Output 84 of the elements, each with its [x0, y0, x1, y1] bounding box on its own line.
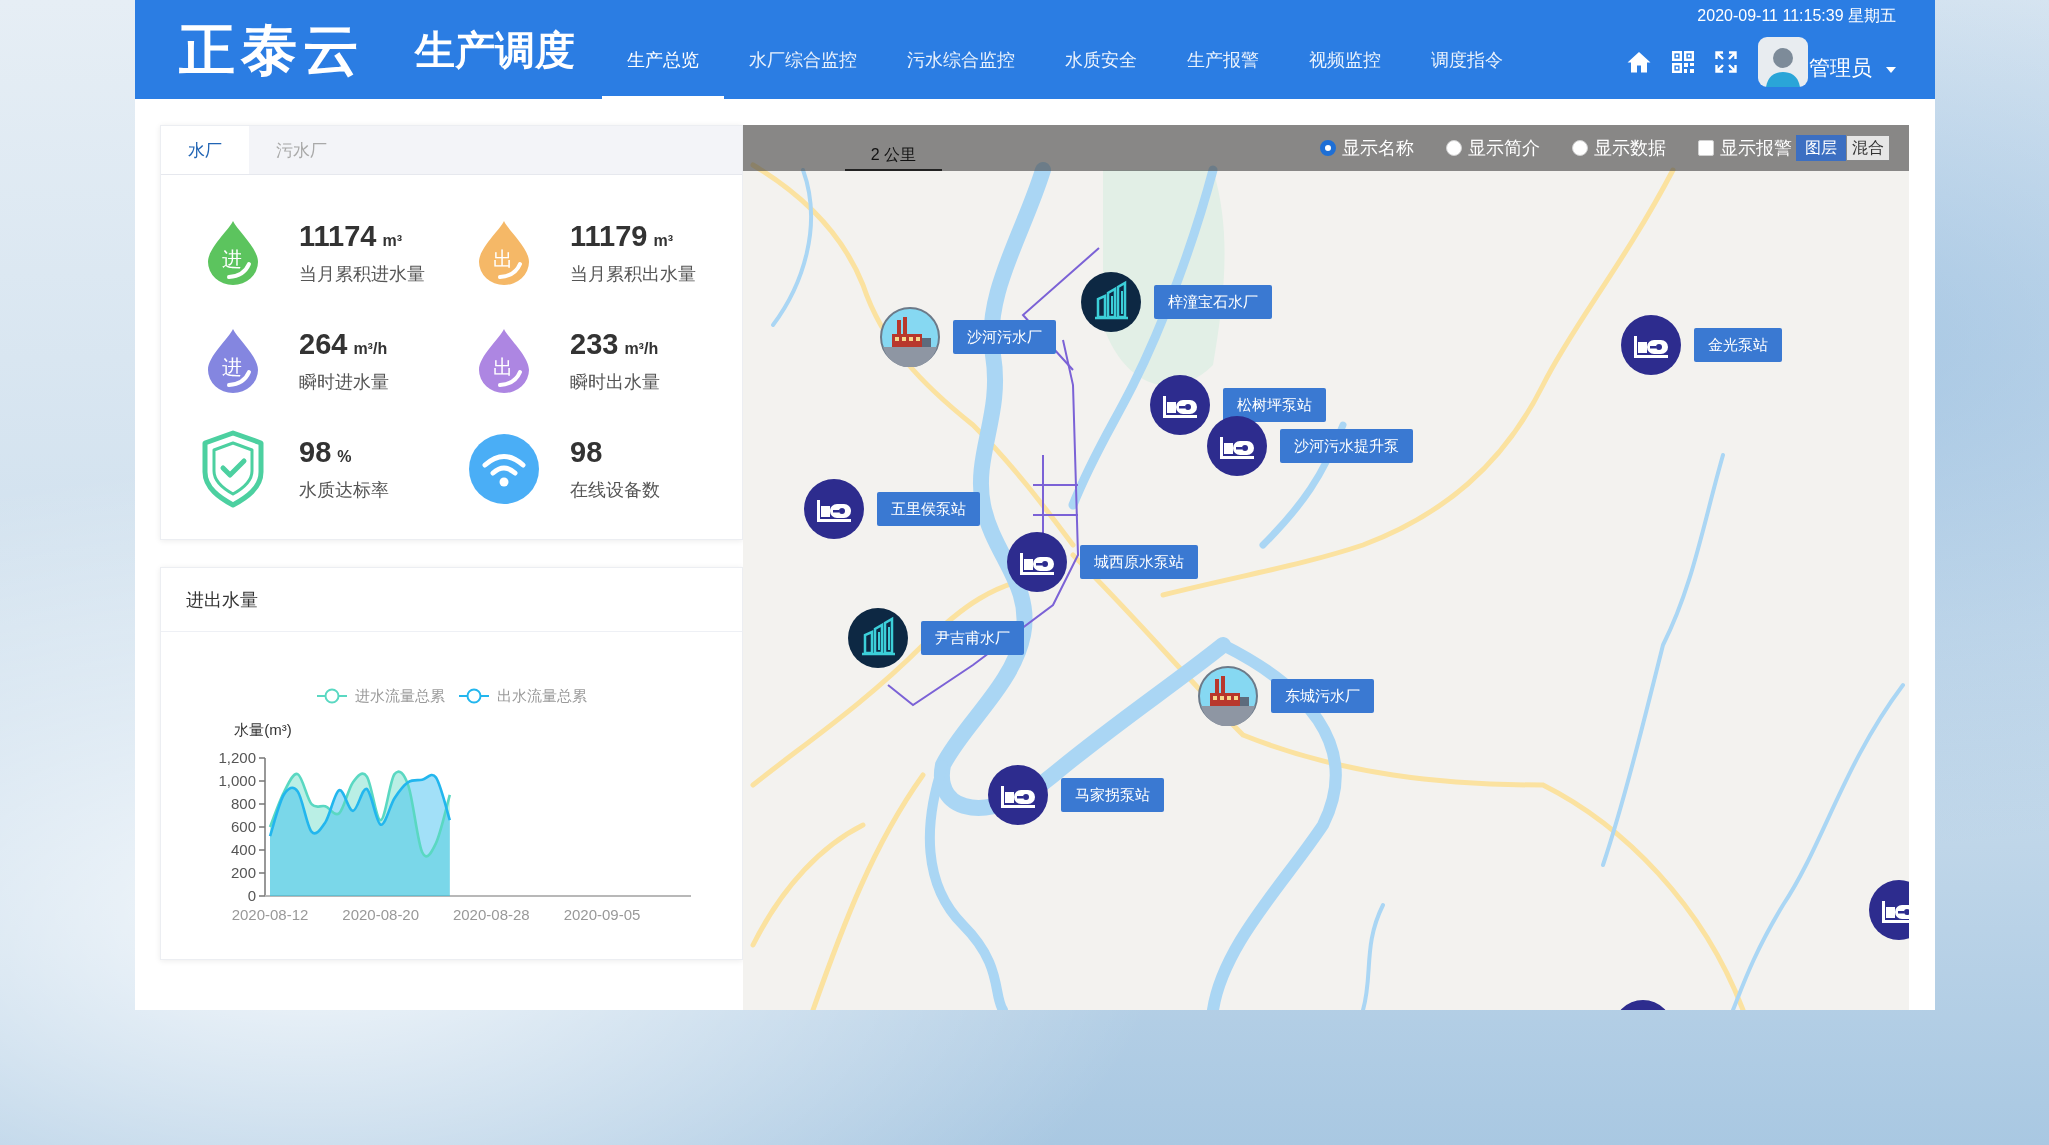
axis-tick-label: 2020-08-12: [231, 906, 309, 923]
building-icon[interactable]: [848, 608, 908, 668]
nav-tab[interactable]: 污水综合监控: [882, 0, 1040, 99]
option-label[interactable]: 显示名称: [1342, 136, 1414, 160]
pump-icon[interactable]: [1869, 880, 1909, 940]
axis-tick-label: 600: [230, 818, 256, 835]
layer-button[interactable]: 图层: [1796, 135, 1846, 161]
water-drop-badge: 进: [207, 328, 259, 394]
nav-tab[interactable]: 水质安全: [1040, 0, 1162, 99]
water-drop-badge: 进: [207, 220, 259, 286]
axis-title: 水量(m³): [234, 721, 292, 738]
pump-icon[interactable]: [1207, 416, 1267, 476]
marker-label[interactable]: 尹吉甫水厂: [921, 621, 1024, 655]
scale-bar: 2 公里: [845, 125, 942, 171]
axis-tick-label: 1,200: [218, 749, 256, 766]
nav-tab[interactable]: 调度指令: [1406, 0, 1528, 99]
pump-icon[interactable]: [804, 479, 864, 539]
legend-label[interactable]: 进水流量总累: [354, 686, 445, 706]
nav-tab[interactable]: 水厂综合监控: [724, 0, 882, 99]
stat-label: 当月累积进水量: [299, 263, 425, 286]
caret-icon[interactable]: [1886, 67, 1896, 73]
stat-unit: m³: [382, 232, 402, 250]
stat-label: 瞬时出水量: [570, 371, 660, 394]
axis-tick-label: 800: [230, 795, 256, 812]
user-name[interactable]: 管理员: [1809, 42, 1872, 82]
stat-value: 233: [570, 327, 619, 361]
stat-label: 瞬时进水量: [299, 371, 389, 394]
legend-label[interactable]: 出水流量总累: [496, 686, 587, 706]
axis-tick-label: 0: [247, 887, 256, 904]
legend-marker-icon[interactable]: [316, 688, 347, 704]
marker-label[interactable]: 马家拐泵站: [1061, 778, 1164, 812]
building-icon[interactable]: [1081, 272, 1141, 332]
axis-tick-label: 400: [230, 841, 256, 858]
avatar-icon[interactable]: [1758, 37, 1808, 87]
logo: 正泰云: [179, 21, 365, 78]
pump-icon[interactable]: [1621, 315, 1681, 375]
layer-button[interactable]: 混合: [1846, 135, 1890, 161]
stat-unit: m³: [653, 232, 673, 250]
marker-label[interactable]: 五里侯泵站: [877, 492, 980, 526]
axis-tick-label: 2020-08-28: [452, 906, 530, 923]
card-title: 进出水量: [186, 588, 258, 612]
fullscreen-icon[interactable]: [1715, 51, 1737, 73]
stat-value: 98: [299, 435, 332, 469]
legend-marker-icon[interactable]: [458, 688, 489, 704]
date-time: 2020-09-11 11:15:39 星期五: [1697, 6, 1896, 26]
stat-unit: %: [337, 448, 352, 466]
axis-tick-label: 1,000: [218, 772, 256, 789]
home-icon[interactable]: [1627, 51, 1651, 73]
qr-code-icon[interactable]: [1672, 51, 1694, 73]
stat-label: 当月累积出水量: [570, 263, 696, 286]
option-label[interactable]: 显示简介: [1468, 136, 1540, 160]
marker-label[interactable]: 城西原水泵站: [1080, 545, 1198, 579]
plant-tab[interactable]: 污水厂: [249, 126, 354, 174]
water-drop-badge: 出: [478, 220, 530, 286]
marker-label[interactable]: 金光泵站: [1694, 328, 1782, 362]
pump-icon[interactable]: [1007, 532, 1067, 592]
marker-label[interactable]: 松树坪泵站: [1223, 388, 1326, 422]
factory-icon[interactable]: [1198, 666, 1258, 726]
marker-label[interactable]: 沙河污水提升泵: [1280, 429, 1413, 463]
stat-label: 水质达标率: [299, 479, 389, 502]
stat-value: 98: [570, 435, 603, 469]
stat-value: 264: [299, 327, 348, 361]
axis-tick-label: 200: [230, 864, 256, 881]
axis-tick-label: 2020-09-05: [563, 906, 641, 923]
option-label[interactable]: 显示数据: [1594, 136, 1666, 160]
marker-label[interactable]: 东城污水厂: [1271, 679, 1374, 713]
plant-tab[interactable]: 水厂: [161, 126, 249, 174]
marker-label[interactable]: 梓潼宝石水厂: [1154, 285, 1272, 319]
factory-icon[interactable]: [880, 307, 940, 367]
option-label[interactable]: 显示报警: [1720, 136, 1792, 160]
pump-icon[interactable]: [988, 765, 1048, 825]
stat-unit: m³/h: [624, 340, 659, 358]
checkbox[interactable]: [1698, 140, 1714, 156]
pump-icon[interactable]: [1150, 375, 1210, 435]
marker-label[interactable]: 沙河污水厂: [953, 320, 1056, 354]
water-drop-badge: 出: [478, 328, 530, 394]
nav-tab[interactable]: 视频监控: [1284, 0, 1406, 99]
nav-tab[interactable]: 生产报警: [1162, 0, 1284, 99]
stat-unit: m³/h: [353, 340, 388, 358]
stat-label: 在线设备数: [570, 479, 660, 502]
stat-value: 11179: [570, 219, 648, 253]
stat-value: 11174: [299, 219, 377, 253]
axis-tick-label: 2020-08-20: [342, 906, 420, 923]
app-title: 生产调度: [415, 29, 575, 70]
